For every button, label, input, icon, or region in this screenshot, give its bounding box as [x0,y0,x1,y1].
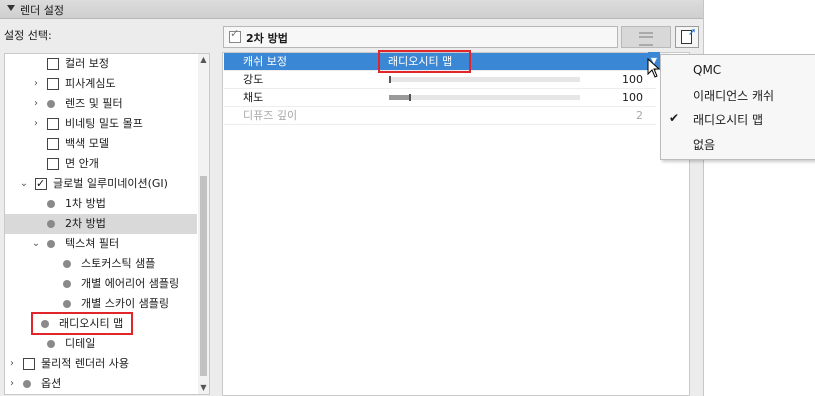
tree-item-label: 백색 모델 [65,137,109,150]
tree-item[interactable]: 컬러 보정 [5,54,197,74]
tree-item-label: 2차 방법 [65,217,106,230]
method-header: 2차 방법 [223,26,618,48]
tree-item-label: 물리적 렌더러 사용 [41,357,129,370]
slider-fill [389,95,410,100]
panel-header[interactable]: 렌더 설정 [0,0,703,19]
select-settings-label: 설정 선택: [4,29,52,42]
property-name: 캐쉬 보정 [243,55,287,68]
menu-item[interactable]: QMC [693,63,721,77]
tree-item[interactable]: › 피사계심도 [5,74,197,94]
tree-item[interactable]: 디테일 [5,334,197,354]
tree-scrollbar[interactable]: ▲ ▼ [198,54,209,394]
bullet-dot-icon [63,280,71,288]
tree-item-label: 1차 방법 [65,197,106,210]
property-name: 채도 [243,91,264,104]
property-slider[interactable] [389,94,580,101]
tree-item[interactable]: 2차 방법 [5,214,197,234]
property-name: 강도 [243,73,264,86]
tree-item-label: 개별 에어리어 샘플링 [81,277,180,290]
list-icon [639,32,653,46]
bullet-dot-icon [63,300,71,308]
method-enable-checkbox[interactable] [229,27,241,43]
tree-checkbox[interactable] [47,78,59,90]
collapse-triangle-icon[interactable] [7,5,15,11]
tree-checkbox[interactable] [47,58,59,70]
scroll-thumb[interactable] [200,176,207,376]
scroll-down-icon[interactable]: ▼ [198,382,209,394]
settings-tree[interactable]: ▲ ▼ 컬러 보정 › 피사계심도 › 렌즈 및 필터 › 비네팅 밀도 몰프백색 모델면 … [4,53,210,395]
tree-item-label: 컬러 보정 [65,57,109,70]
tree-item[interactable]: 백색 모델 [5,134,197,154]
tree-checkbox[interactable] [35,174,47,194]
property-table: 캐쉬 보정 래디오시티 맵 강도 100 채도 100 디퓨즈 깊이 2 [222,50,690,396]
bullet-dot-icon [47,200,55,208]
property-row[interactable]: 디퓨즈 깊이 2 [224,107,656,125]
mouse-cursor-icon [647,58,661,78]
cache-dropdown-menu: QMC 이래디언스 캐쉬래디오시티 맵 ✔ 없음 [660,54,815,160]
expand-arrow-icon[interactable]: › [31,74,41,94]
expand-arrow-icon[interactable]: › [31,114,41,134]
tree-item[interactable]: › 물리적 렌더러 사용 [5,354,197,374]
tree-checkbox[interactable] [47,138,59,150]
highlight-box [378,50,471,73]
tree-checkbox[interactable] [47,158,59,170]
expand-arrow-icon[interactable]: › [7,354,17,374]
tree-item-label: 피사계심도 [65,77,116,90]
list-view-button[interactable] [621,26,671,48]
tree-item[interactable]: 1차 방법 [5,194,197,214]
bullet-dot-icon [47,340,55,348]
scroll-up-icon[interactable]: ▲ [198,54,209,66]
tree-item[interactable]: ⌄ 글로벌 일루미네이션(GI) [5,174,197,194]
render-settings-panel: 렌더 설정 설정 선택: ▲ ▼ 컬러 보정 › 피사계심도 › 렌즈 및 필터 › 비네팅… [0,0,704,396]
collapse-arrow-icon[interactable]: ⌄ [19,174,29,194]
tree-item-label: 디테일 [65,337,96,350]
tree-item-label: 개별 스카이 샘플링 [81,297,169,310]
property-name: 디퓨즈 깊이 [243,109,298,122]
bullet-dot-icon [63,260,71,268]
menu-item[interactable]: 없음 [693,136,715,153]
panel-title: 렌더 설정 [20,4,64,17]
property-row[interactable]: 채도 100 [224,89,656,107]
tree-item-label: 옵션 [41,377,62,390]
menu-item[interactable]: 이래디언스 캐쉬 [693,87,774,104]
tree-item[interactable]: › 비네팅 밀도 몰프 [5,114,197,134]
slider-knob[interactable] [409,94,411,101]
tree-item[interactable]: 개별 에어리어 샘플링 [5,274,197,294]
collapse-arrow-icon[interactable]: ⌄ [31,234,41,254]
tree-item[interactable]: ⌄ 텍스쳐 필터 [5,234,197,254]
property-number: 100 [622,73,643,86]
property-row[interactable]: 캐쉬 보정 래디오시티 맵 [224,50,656,73]
bullet-dot-icon [23,380,31,388]
property-slider[interactable] [389,76,580,83]
slider-knob[interactable] [389,76,391,83]
tree-item[interactable]: › 렌즈 및 필터 [5,94,197,114]
highlight-box [31,312,133,335]
tree-item[interactable]: 개별 스카이 샘플링 [5,294,197,314]
tree-item-label: 텍스쳐 필터 [65,237,120,250]
expand-arrow-icon[interactable]: › [31,94,41,114]
export-button[interactable]: ➚ [675,26,699,48]
bullet-dot-icon [47,220,55,228]
method-title: 2차 방법 [246,32,288,45]
tree-item[interactable]: › 옵션 [5,374,197,394]
tree-item-label: 렌즈 및 필터 [65,97,123,110]
property-number: 2 [636,109,643,122]
tree-item-label: 면 안개 [65,157,99,170]
bullet-dot-icon [47,100,55,108]
tree-checkbox[interactable] [23,358,35,370]
menu-item[interactable]: 래디오시티 맵 [693,111,763,128]
expand-arrow-icon[interactable]: › [7,374,17,394]
tree-item[interactable]: 스토커스틱 샘플 [5,254,197,274]
tree-item-label: 스토커스틱 샘플 [81,257,156,270]
checkmark-icon: ✔ [669,111,680,125]
tree-item-label: 비네팅 밀도 몰프 [65,117,143,130]
tree-checkbox[interactable] [47,118,59,130]
property-row[interactable]: 강도 100 [224,71,656,89]
bullet-dot-icon [47,240,55,248]
tree-item[interactable]: 면 안개 [5,154,197,174]
property-number: 100 [622,91,643,104]
tree-item-label: 글로벌 일루미네이션(GI) [53,177,168,190]
export-arrow-icon: ➚ [688,27,697,38]
